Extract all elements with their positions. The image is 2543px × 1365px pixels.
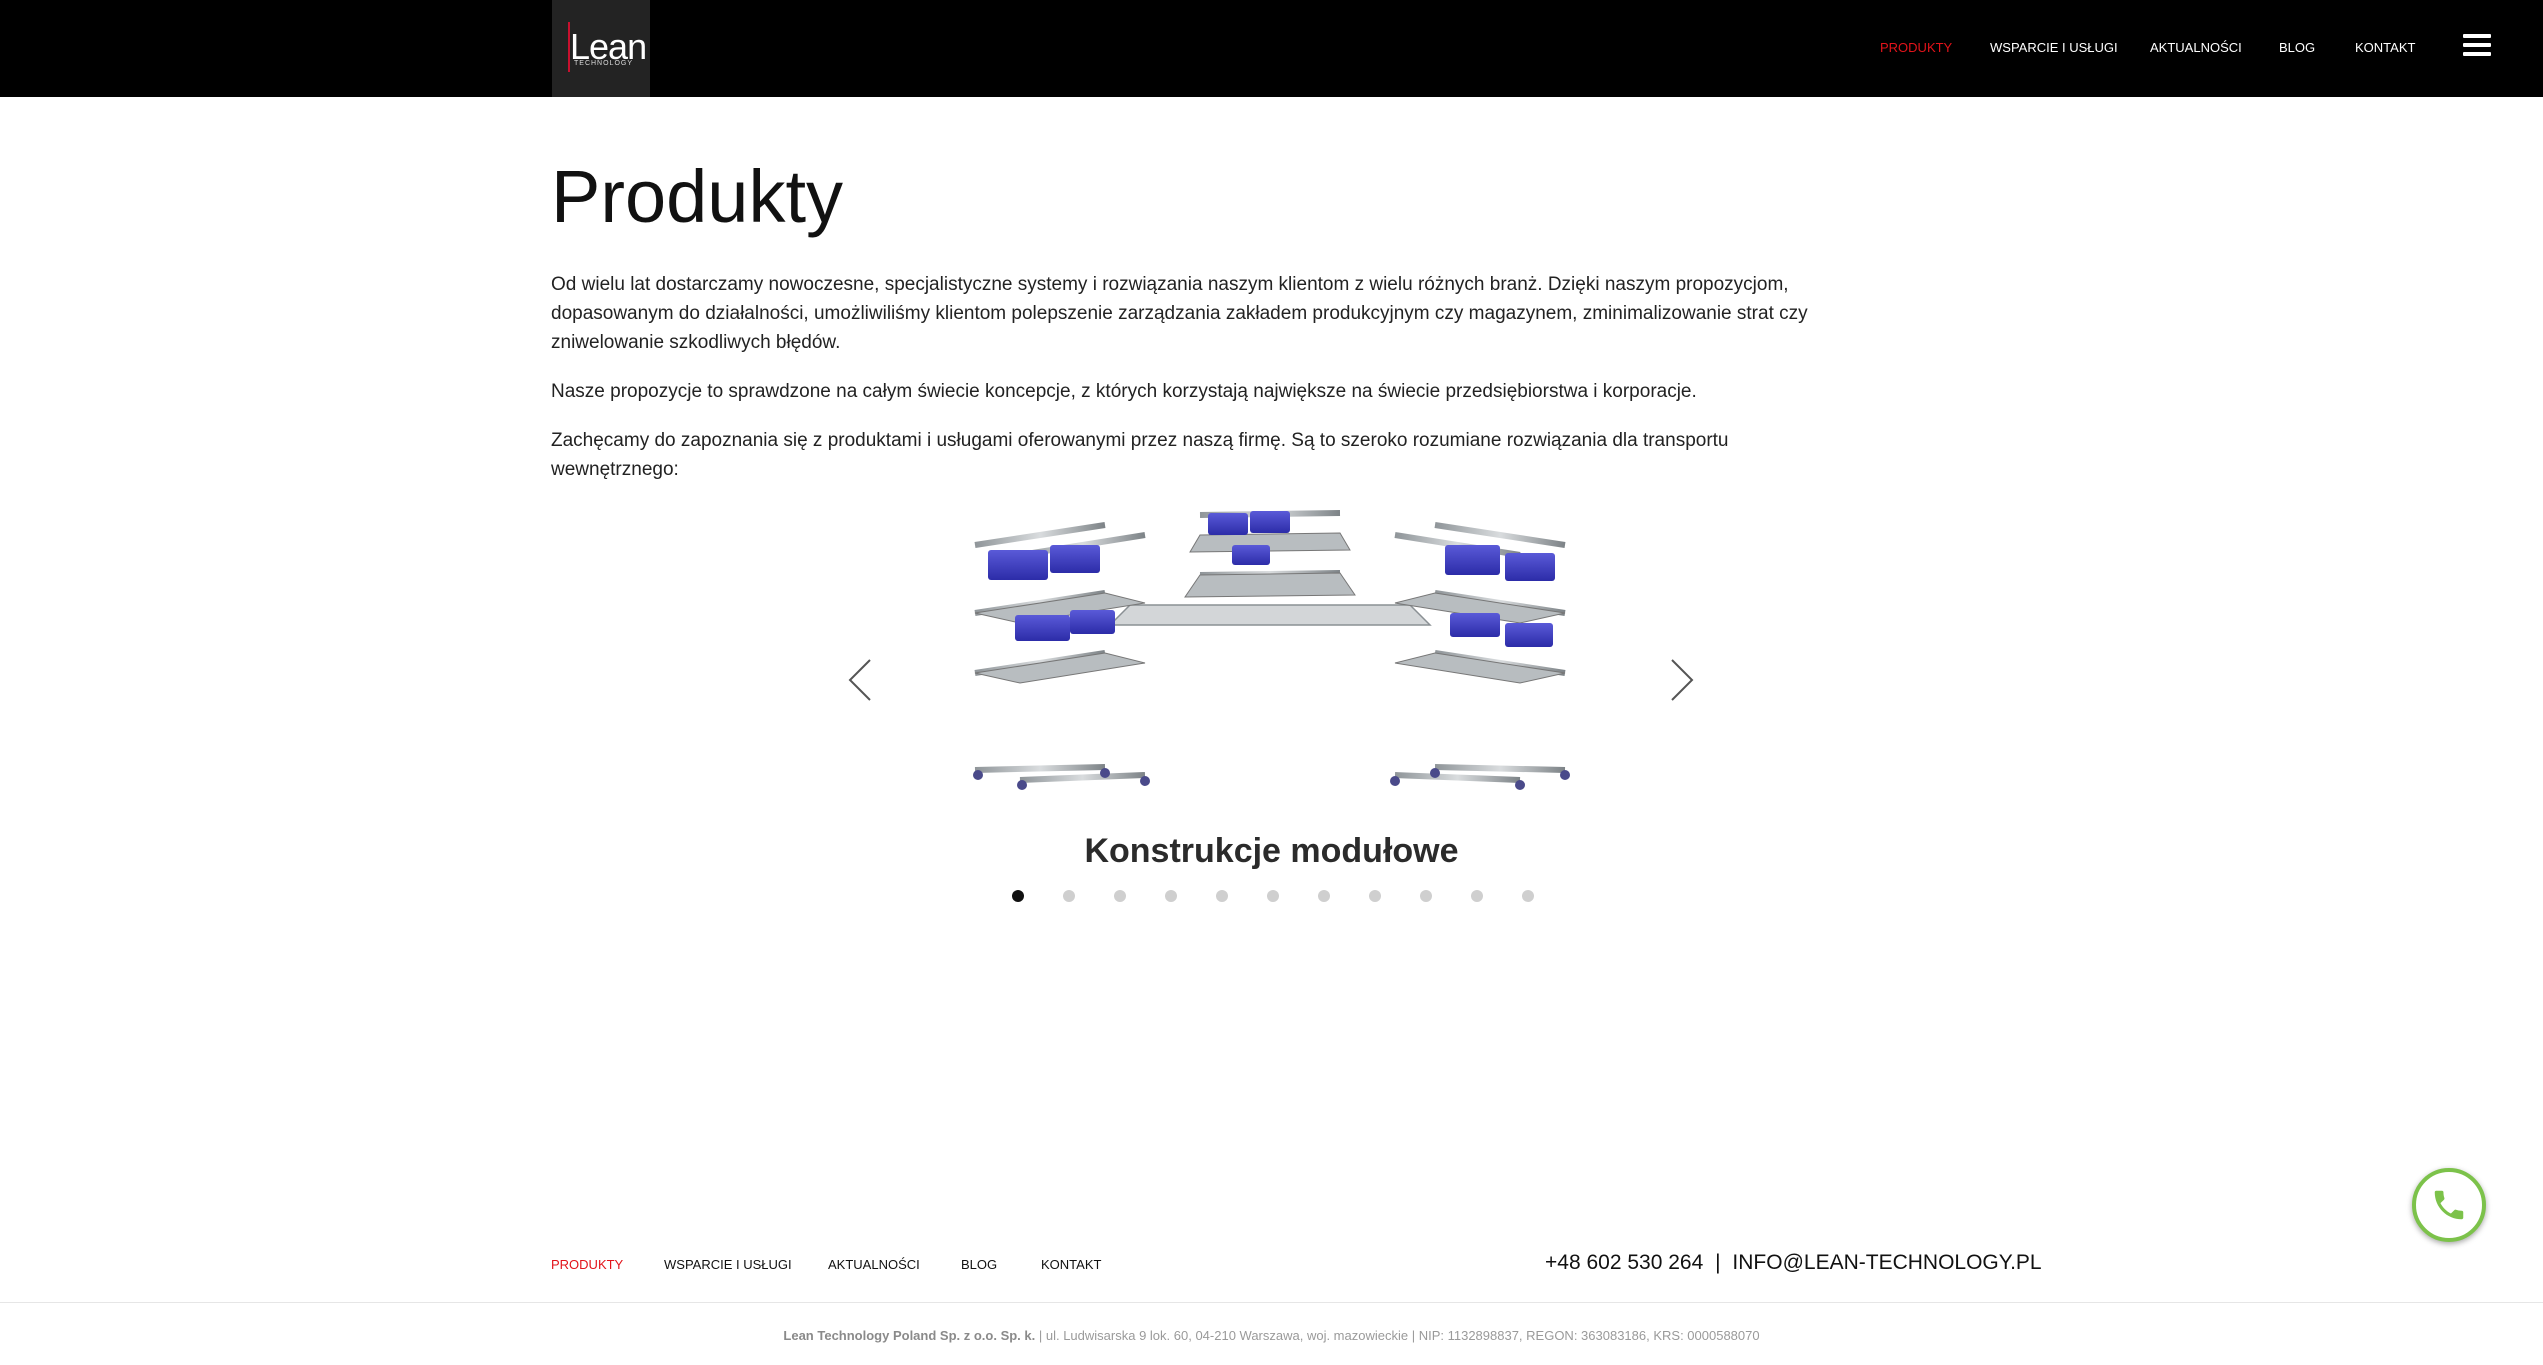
slider-dot[interactable] [1063, 890, 1075, 902]
footer-link-produkty[interactable]: PRODUKTY [551, 1257, 623, 1272]
nav-link-kontakt[interactable]: KONTAKT [2355, 40, 2415, 56]
slider-dot[interactable] [1471, 890, 1483, 902]
slider-dot[interactable] [1369, 890, 1381, 902]
phone-number-link[interactable]: 602 530 264 [1586, 1251, 1703, 1274]
logo-sub-text: TECHNOLOGY [574, 60, 634, 67]
contact-separator: | [1715, 1251, 1721, 1274]
page-title: Produkty [551, 155, 844, 238]
slider-dot[interactable] [1318, 890, 1330, 902]
company-details: | ul. Ludwisarska 9 lok. 60, 04-210 Wars… [1038, 1328, 1760, 1343]
phone-prefix: +48 [1545, 1251, 1581, 1274]
footer-link-blog[interactable]: BLOG [961, 1257, 997, 1272]
nav-link-produkty[interactable]: PRODUKTY [1880, 40, 1952, 56]
call-button[interactable] [2412, 1168, 2486, 1242]
nav-link-wsparcie-i-uslugi[interactable]: WSPARCIE I USŁUGI [1990, 40, 2118, 56]
intro-paragraph-2: Nasze propozycje to sprawdzone na całym … [551, 381, 1697, 402]
footer-link-wsparcie-i-uslugi[interactable]: WSPARCIE I USŁUGI [664, 1257, 792, 1272]
email-link[interactable]: INFO@LEAN-TECHNOLOGY.PL [1732, 1251, 2041, 1274]
slider-dot[interactable] [1267, 890, 1279, 902]
slide-title: Konstrukcje modułowe [1084, 832, 1459, 870]
slider-dot[interactable] [1114, 890, 1126, 902]
intro-paragraph-3: Zachęcamy do zapoznania się z produktami… [551, 430, 1729, 480]
slider-dot[interactable] [1522, 890, 1534, 902]
modular-construction-racks-image [972, 510, 1570, 790]
slider-dot[interactable] [1216, 890, 1228, 902]
nav-link-aktualnosci[interactable]: AKTUALNOŚCI [2150, 40, 2242, 56]
intro-paragraph-1: Od wielu lat dostarczamy nowoczesne, spe… [551, 274, 1808, 353]
slider-dot[interactable] [1012, 890, 1024, 902]
footer-contact: +48 602 530 264 | INFO@LEAN-TECHNOLOGY.P… [1545, 1251, 2042, 1275]
phone-icon [2434, 1190, 2464, 1220]
nav-link-blog[interactable]: BLOG [2279, 40, 2315, 56]
top-navigation-bar: Lean TECHNOLOGY PRODUKTY WSPARCIE I USŁU… [0, 0, 2543, 97]
slider-dot[interactable] [1165, 890, 1177, 902]
footer-link-aktualnosci[interactable]: AKTUALNOŚCI [828, 1257, 920, 1272]
chevron-left-icon[interactable] [846, 658, 876, 702]
footer-link-kontakt[interactable]: KONTAKT [1041, 1257, 1101, 1272]
lean-technology-logo[interactable]: Lean TECHNOLOGY [552, 0, 650, 97]
slider-dot[interactable] [1420, 890, 1432, 902]
company-name: Lean Technology Poland Sp. z o.o. Sp. k. [783, 1328, 1036, 1343]
hamburger-menu-icon[interactable] [2463, 34, 2491, 56]
chevron-right-icon[interactable] [1666, 658, 1696, 702]
footer-legal-info: Lean Technology Poland Sp. z o.o. Sp. k.… [0, 1328, 2543, 1343]
footer-divider [0, 1302, 2543, 1303]
